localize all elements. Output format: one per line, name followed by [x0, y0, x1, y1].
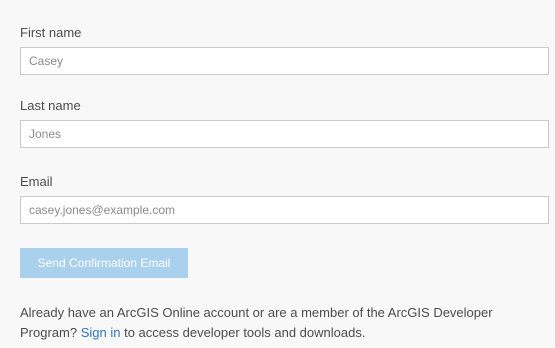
last-name-label: Last name — [20, 98, 81, 113]
first-name-label: First name — [20, 25, 82, 40]
sign-in-prompt: Already have an ArcGIS Online account or… — [20, 303, 545, 343]
first-name-input[interactable] — [20, 47, 549, 75]
send-confirmation-email-button[interactable]: Send Confirmation Email — [20, 248, 188, 278]
sign-in-prompt-suffix: to access developer tools and downloads. — [124, 325, 366, 340]
signup-form-panel: First name Last name Email Send Confirma… — [0, 0, 555, 348]
sign-in-link[interactable]: Sign in — [81, 325, 121, 340]
email-label: Email — [20, 174, 53, 189]
last-name-input[interactable] — [20, 120, 549, 148]
email-input[interactable] — [20, 196, 549, 224]
